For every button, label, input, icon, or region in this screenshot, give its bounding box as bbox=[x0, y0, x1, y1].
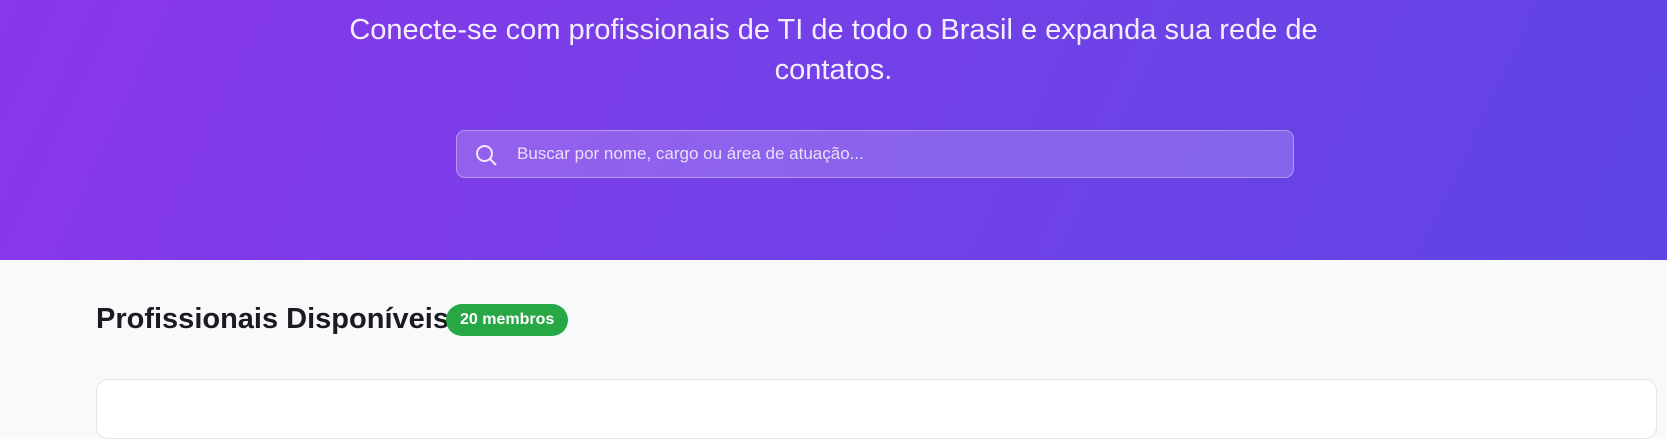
member-count-badge: 20 membros bbox=[446, 304, 569, 336]
search-bar[interactable] bbox=[456, 130, 1294, 178]
section-title: Profissionais Disponíveis bbox=[96, 303, 449, 335]
hero-subtitle-text: Conecte-se com profissionais de TI de to… bbox=[349, 14, 1318, 86]
professional-card[interactable] bbox=[96, 379, 1657, 439]
search-icon bbox=[475, 144, 497, 166]
search-input[interactable] bbox=[517, 131, 1277, 177]
hero-banner: Conecte-se com profissionais de TI de to… bbox=[0, 0, 1667, 260]
hero-subtitle: Conecte-se com profissionais de TI de to… bbox=[0, 10, 1667, 90]
